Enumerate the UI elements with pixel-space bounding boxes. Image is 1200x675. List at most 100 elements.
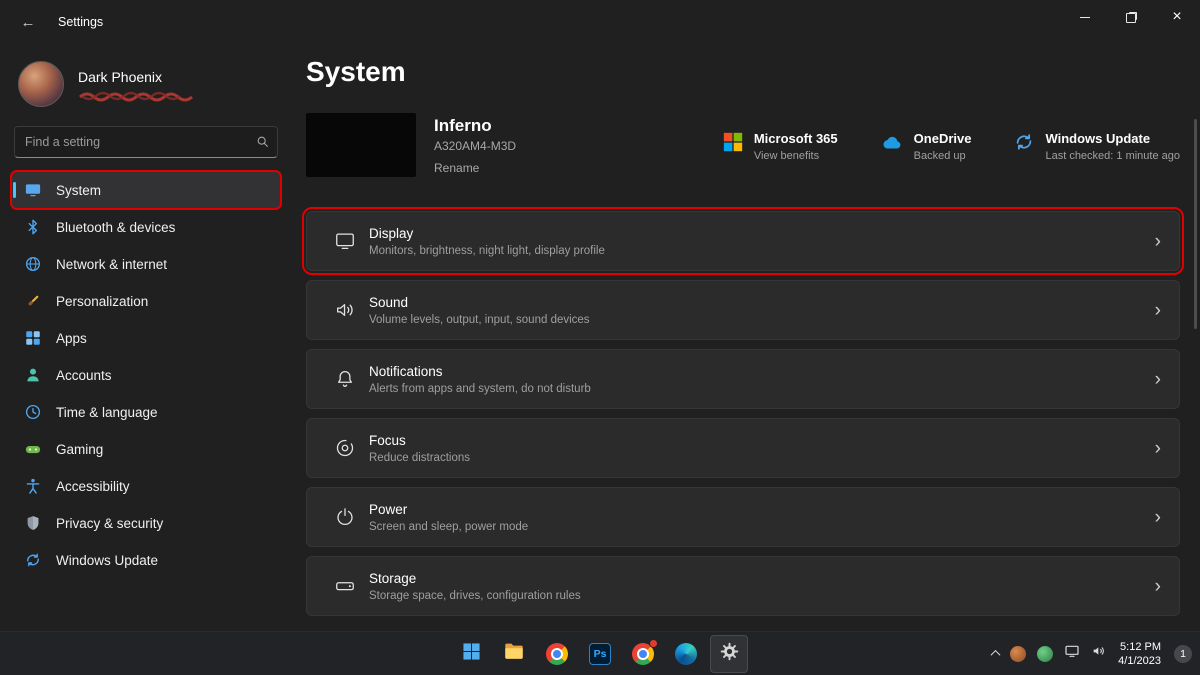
edge-button[interactable] bbox=[667, 635, 705, 673]
card-subtitle: Alerts from apps and system, do not dist… bbox=[369, 383, 591, 395]
user-email-redacted bbox=[78, 89, 198, 100]
tray-app-icon-2[interactable] bbox=[1037, 646, 1053, 662]
sidebar-item-system[interactable]: System bbox=[12, 172, 280, 208]
gear-icon bbox=[719, 641, 740, 667]
sidebar-item-label: Personalization bbox=[56, 294, 148, 309]
minimize-icon bbox=[1080, 17, 1090, 18]
windows-update-status-card[interactable]: Windows Update Last checked: 1 minute ag… bbox=[1013, 131, 1180, 162]
sidebar-item-network-internet[interactable]: Network & internet bbox=[12, 246, 280, 282]
search-box bbox=[14, 126, 278, 158]
sidebar-item-personalization[interactable]: Personalization bbox=[12, 283, 280, 319]
update-arrows-icon bbox=[1013, 131, 1035, 158]
sidebar-item-label: Accessibility bbox=[56, 479, 130, 494]
bell-icon bbox=[321, 368, 369, 390]
page-title: System bbox=[306, 55, 1200, 89]
search-input[interactable] bbox=[14, 126, 278, 158]
settings-window: ← Settings × Dark Phoenix bbox=[0, 0, 1200, 675]
card-title: Storage bbox=[369, 571, 581, 586]
sidebar-item-windows-update[interactable]: Windows Update bbox=[12, 542, 280, 578]
main-content: System Inferno A320AM4-M3D Rename Micros… bbox=[292, 44, 1200, 631]
window-title: Settings bbox=[58, 15, 103, 29]
tray-app-icon-1[interactable] bbox=[1010, 646, 1026, 662]
status-subtitle: Backed up bbox=[914, 150, 972, 162]
bluetooth-icon bbox=[24, 218, 42, 236]
hidden-icons-chevron-icon[interactable] bbox=[991, 650, 1001, 660]
chevron-right-icon: › bbox=[1145, 301, 1161, 320]
sidebar-item-bluetooth-devices[interactable]: Bluetooth & devices bbox=[12, 209, 280, 245]
card-title: Notifications bbox=[369, 364, 591, 379]
microsoft-365-icon bbox=[722, 131, 744, 158]
chrome-button[interactable] bbox=[538, 635, 576, 673]
sidebar-item-label: Apps bbox=[56, 331, 87, 346]
card-title: Sound bbox=[369, 295, 590, 310]
card-sound[interactable]: Sound Volume levels, output, input, soun… bbox=[306, 280, 1180, 340]
paintbrush-icon bbox=[24, 292, 42, 310]
user-name: Dark Phoenix bbox=[78, 69, 198, 85]
minimize-button[interactable] bbox=[1062, 0, 1108, 34]
close-icon: × bbox=[1172, 9, 1181, 25]
sidebar: Dark Phoenix System bbox=[0, 44, 292, 631]
scrollbar-thumb[interactable] bbox=[1194, 119, 1197, 329]
sidebar-item-privacy-security[interactable]: Privacy & security bbox=[12, 505, 280, 541]
system-tray: 5:12 PM 4/1/2023 1 bbox=[992, 632, 1192, 675]
storage-drive-icon bbox=[321, 575, 369, 597]
clock-icon bbox=[24, 403, 42, 421]
card-title: Focus bbox=[369, 433, 470, 448]
sidebar-item-label: Gaming bbox=[56, 442, 103, 457]
taskbar-center: Ps bbox=[452, 632, 748, 675]
onedrive-card[interactable]: OneDrive Backed up bbox=[880, 131, 972, 162]
status-title: Microsoft 365 bbox=[754, 131, 838, 146]
card-title: Power bbox=[369, 502, 528, 517]
restore-button[interactable] bbox=[1108, 0, 1154, 34]
sidebar-item-label: Privacy & security bbox=[56, 516, 163, 531]
speaker-icon bbox=[321, 299, 369, 321]
start-button[interactable] bbox=[452, 635, 490, 673]
shield-icon bbox=[24, 514, 42, 532]
rename-button[interactable]: Rename bbox=[434, 161, 516, 175]
folder-icon bbox=[503, 640, 525, 667]
card-display[interactable]: Display Monitors, brightness, night ligh… bbox=[306, 211, 1180, 271]
window-controls: × bbox=[1062, 0, 1200, 34]
card-storage[interactable]: Storage Storage space, drives, configura… bbox=[306, 556, 1180, 616]
taskbar: Ps 5:12 PM 4/1/2023 1 bbox=[0, 631, 1200, 675]
status-subtitle: Last checked: 1 minute ago bbox=[1045, 150, 1180, 162]
edge-icon bbox=[675, 643, 697, 665]
volume-icon[interactable] bbox=[1091, 643, 1107, 664]
sidebar-item-accessibility[interactable]: Accessibility bbox=[12, 468, 280, 504]
settings-taskbar-button[interactable] bbox=[710, 635, 748, 673]
device-thumbnail bbox=[306, 113, 416, 177]
sidebar-item-label: System bbox=[56, 183, 101, 198]
titlebar: ← Settings × bbox=[0, 0, 1200, 44]
sidebar-item-gaming[interactable]: Gaming bbox=[12, 431, 280, 467]
search-icon bbox=[256, 135, 269, 153]
update-arrows-icon bbox=[24, 551, 42, 569]
sidebar-item-time-language[interactable]: Time & language bbox=[12, 394, 280, 430]
user-profile[interactable]: Dark Phoenix bbox=[18, 56, 276, 112]
windows-logo-icon bbox=[461, 641, 482, 667]
photoshop-button[interactable]: Ps bbox=[581, 635, 619, 673]
chevron-right-icon: › bbox=[1145, 577, 1161, 596]
card-notifications[interactable]: Notifications Alerts from apps and syste… bbox=[306, 349, 1180, 409]
notification-count-badge[interactable]: 1 bbox=[1174, 645, 1192, 663]
file-explorer-button[interactable] bbox=[495, 635, 533, 673]
back-button[interactable]: ← bbox=[14, 8, 42, 36]
card-subtitle: Monitors, brightness, night light, displ… bbox=[369, 245, 605, 257]
clock[interactable]: 5:12 PM 4/1/2023 bbox=[1118, 640, 1161, 668]
focus-icon bbox=[321, 437, 369, 459]
chrome-profile-button[interactable] bbox=[624, 635, 662, 673]
device-model: A320AM4-M3D bbox=[434, 139, 516, 153]
card-focus[interactable]: Focus Reduce distractions › bbox=[306, 418, 1180, 478]
display-icon bbox=[321, 230, 369, 252]
sidebar-item-accounts[interactable]: Accounts bbox=[12, 357, 280, 393]
card-subtitle: Screen and sleep, power mode bbox=[369, 521, 528, 533]
cast-display-icon[interactable] bbox=[1064, 643, 1080, 664]
device-name: Inferno bbox=[434, 116, 516, 136]
card-power[interactable]: Power Screen and sleep, power mode › bbox=[306, 487, 1180, 547]
clock-date: 4/1/2023 bbox=[1118, 654, 1161, 668]
close-button[interactable]: × bbox=[1154, 0, 1200, 34]
controller-icon bbox=[24, 440, 42, 458]
microsoft-365-card[interactable]: Microsoft 365 View benefits bbox=[722, 131, 838, 162]
notification-dot bbox=[649, 639, 658, 648]
sidebar-item-apps[interactable]: Apps bbox=[12, 320, 280, 356]
chrome-icon bbox=[546, 643, 568, 665]
